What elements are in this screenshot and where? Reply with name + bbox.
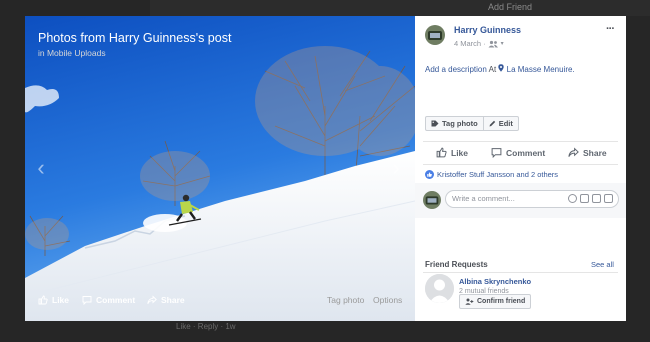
share-icon [147, 295, 157, 305]
divider [423, 141, 618, 142]
photo-title[interactable]: Photos from Harry Guinness's post [38, 31, 231, 45]
friends-icon[interactable] [488, 40, 499, 48]
background-comment-links: Like · Reply · 1w [176, 322, 236, 331]
share-button[interactable]: Share [568, 147, 607, 158]
reactions-text: Kristoffer Stuff Jansson and 2 others [437, 170, 559, 179]
post-date[interactable]: 4 March [454, 39, 481, 48]
friend-requests-title: Friend Requests [425, 260, 488, 269]
more-options-icon[interactable]: ··· [606, 23, 615, 35]
comment-placeholder: Write a comment... [452, 194, 515, 203]
divider [423, 272, 618, 273]
gif-icon[interactable] [592, 194, 601, 203]
photo-options-link[interactable]: Options [373, 295, 402, 305]
comment-button[interactable]: Comment [491, 147, 545, 158]
photo-share-label: Share [161, 295, 185, 305]
add-friend-icon [465, 298, 474, 305]
camera-icon[interactable] [580, 194, 589, 203]
reactions-summary[interactable]: Kristoffer Stuff Jansson and 2 others [425, 170, 558, 179]
add-description-link[interactable]: Add a description [425, 65, 487, 74]
edit-button[interactable]: Edit [482, 117, 518, 130]
confirm-friend-button[interactable]: Confirm friend [459, 294, 532, 309]
confirm-friend-label: Confirm friend [477, 298, 526, 305]
post-meta: 4 March · ▾ [454, 39, 504, 48]
avatar-image [425, 25, 445, 45]
post-description: Add a description At La Masse Menuire. [425, 64, 575, 74]
default-avatar-icon [425, 274, 454, 303]
share-icon [568, 147, 579, 157]
chevron-down-icon[interactable]: ▾ [501, 40, 504, 47]
comment-icon [82, 296, 92, 305]
avatar-image [423, 191, 441, 209]
comment-composer: Write a comment... [415, 183, 626, 218]
at-label: At [488, 65, 497, 74]
photo: Photos from Harry Guinness's post in Mob… [25, 16, 415, 321]
edit-label: Edit [498, 119, 513, 128]
album-name[interactable]: in Mobile Uploads [38, 48, 106, 58]
tag-edit-bar: Tag photo Edit [425, 116, 519, 131]
photo-share-button[interactable]: Share [147, 295, 185, 305]
photo-tag-link[interactable]: Tag photo [327, 295, 364, 305]
next-photo-chevron-icon[interactable]: › [389, 156, 403, 180]
like-reaction-icon [425, 170, 434, 179]
comment-input[interactable]: Write a comment... [445, 190, 619, 208]
see-all-link[interactable]: See all [591, 260, 614, 269]
like-button[interactable]: Like [436, 147, 468, 158]
photo-like-button[interactable]: Like [38, 295, 69, 305]
author-name[interactable]: Harry Guinness [454, 25, 521, 35]
background-add-friend: Add Friend [488, 2, 533, 12]
previous-photo-chevron-icon[interactable]: ‹ [34, 156, 48, 180]
photo-image [25, 16, 415, 321]
friend-request-name[interactable]: Albina Skrynchenko [459, 277, 531, 286]
like-label: Like [451, 147, 469, 158]
thumbs-up-icon [38, 295, 48, 305]
separator-dot: · [483, 39, 486, 48]
background-header [150, 0, 650, 16]
photo-like-label: Like [52, 295, 70, 305]
emoji-icon[interactable] [568, 194, 577, 203]
location-link[interactable]: La Masse Menuire. [507, 65, 575, 74]
pencil-icon [489, 120, 495, 127]
photo-comment-button[interactable]: Comment [82, 295, 135, 305]
tag-icon [431, 120, 439, 127]
comment-attachment-icons [568, 194, 613, 203]
photo-comment-label: Comment [96, 295, 136, 305]
author-avatar[interactable] [425, 25, 445, 45]
comment-icon [491, 148, 502, 158]
thumbs-up-icon [436, 147, 447, 158]
share-label: Share [583, 147, 607, 158]
post-side-panel: Harry Guinness 4 March · ▾ ··· Add a des… [415, 16, 626, 321]
photo-viewer: Photos from Harry Guinness's post in Mob… [25, 16, 626, 321]
friend-request-avatar[interactable] [425, 274, 454, 303]
tag-photo-button[interactable]: Tag photo [426, 117, 483, 130]
photo-action-bar: Like Comment Share Tag photo Options [25, 292, 415, 312]
tag-photo-label: Tag photo [442, 119, 478, 128]
sticker-icon[interactable] [604, 194, 613, 203]
commenter-avatar [423, 191, 441, 209]
comment-label: Comment [506, 147, 546, 158]
location-pin-icon [498, 64, 505, 72]
divider [423, 164, 618, 165]
